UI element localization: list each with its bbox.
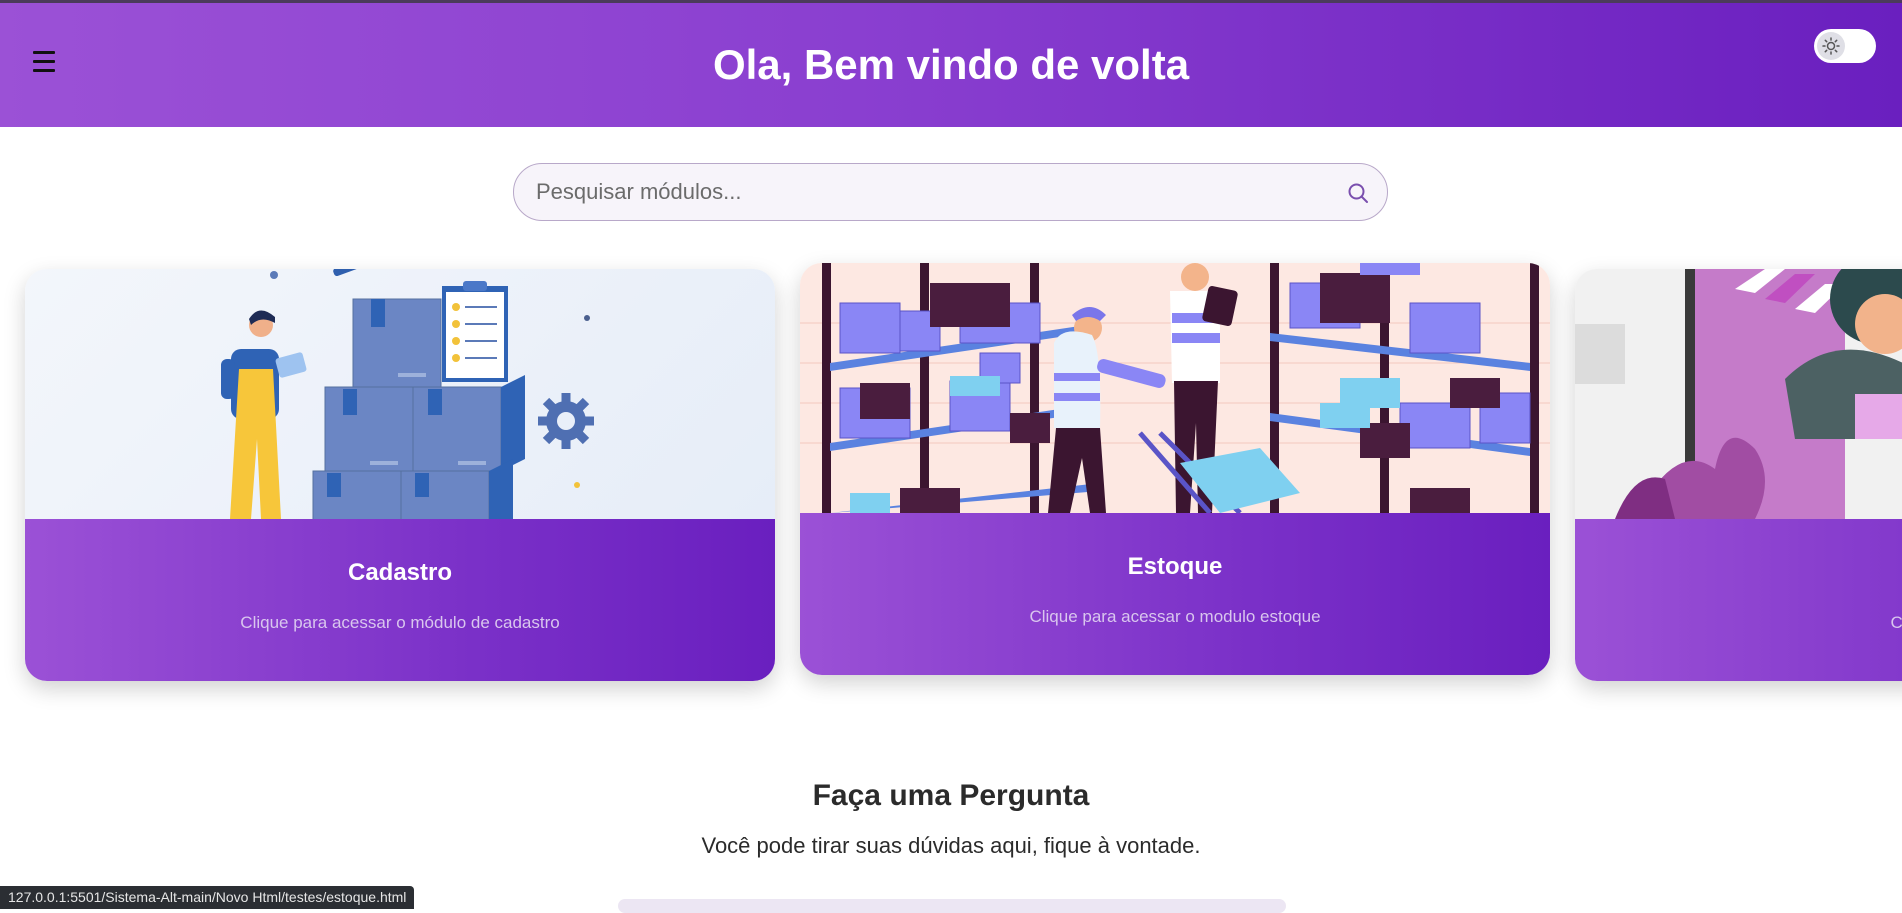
page-header: Ola, Bem vindo de volta (0, 3, 1902, 127)
card-estoque[interactable]: Estoque Clique para acessar o modulo est… (800, 263, 1550, 675)
card-body: Cadastro Clique para acessar o módulo de… (25, 519, 775, 681)
faq-title: Faça uma Pergunta (812, 779, 1090, 812)
modules-carousel: Cadastro Clique para acessar o módulo de… (0, 250, 1902, 710)
card-partial[interactable]: Fa Clique para ace (1575, 269, 1902, 681)
card-body: Estoque Clique para acessar o modulo est… (800, 513, 1550, 675)
estoque-illustration (800, 263, 1550, 513)
browser-status-bar: 127.0.0.1:5501/Sistema-Alt-main/Novo Htm… (0, 886, 415, 909)
partial-card-illustration (1575, 269, 1902, 519)
question-input[interactable] (618, 899, 1286, 913)
faq-subtitle: Você pode tirar suas dúvidas aqui, fique… (701, 833, 1201, 858)
cadastro-illustration (25, 269, 775, 519)
card-description: Clique para acessar o módulo de cadastro (240, 613, 560, 632)
card-cadastro[interactable]: Cadastro Clique para acessar o módulo de… (25, 269, 775, 681)
card-title: Estoque (1127, 553, 1223, 580)
search-input[interactable] (536, 164, 1326, 219)
page-title: Ola, Bem vindo de volta (712, 41, 1190, 88)
sun-icon (1817, 32, 1845, 60)
card-body: Fa Clique para ace (1575, 519, 1902, 681)
search-icon[interactable] (1346, 181, 1370, 205)
module-search-bar (513, 163, 1388, 221)
theme-toggle[interactable] (1814, 29, 1876, 63)
card-description: Clique para acessar o modulo estoque (1029, 607, 1321, 626)
card-title: Fa (1575, 519, 1902, 587)
card-description: Clique para ace (1890, 613, 1902, 632)
card-title: Cadastro (347, 559, 453, 586)
